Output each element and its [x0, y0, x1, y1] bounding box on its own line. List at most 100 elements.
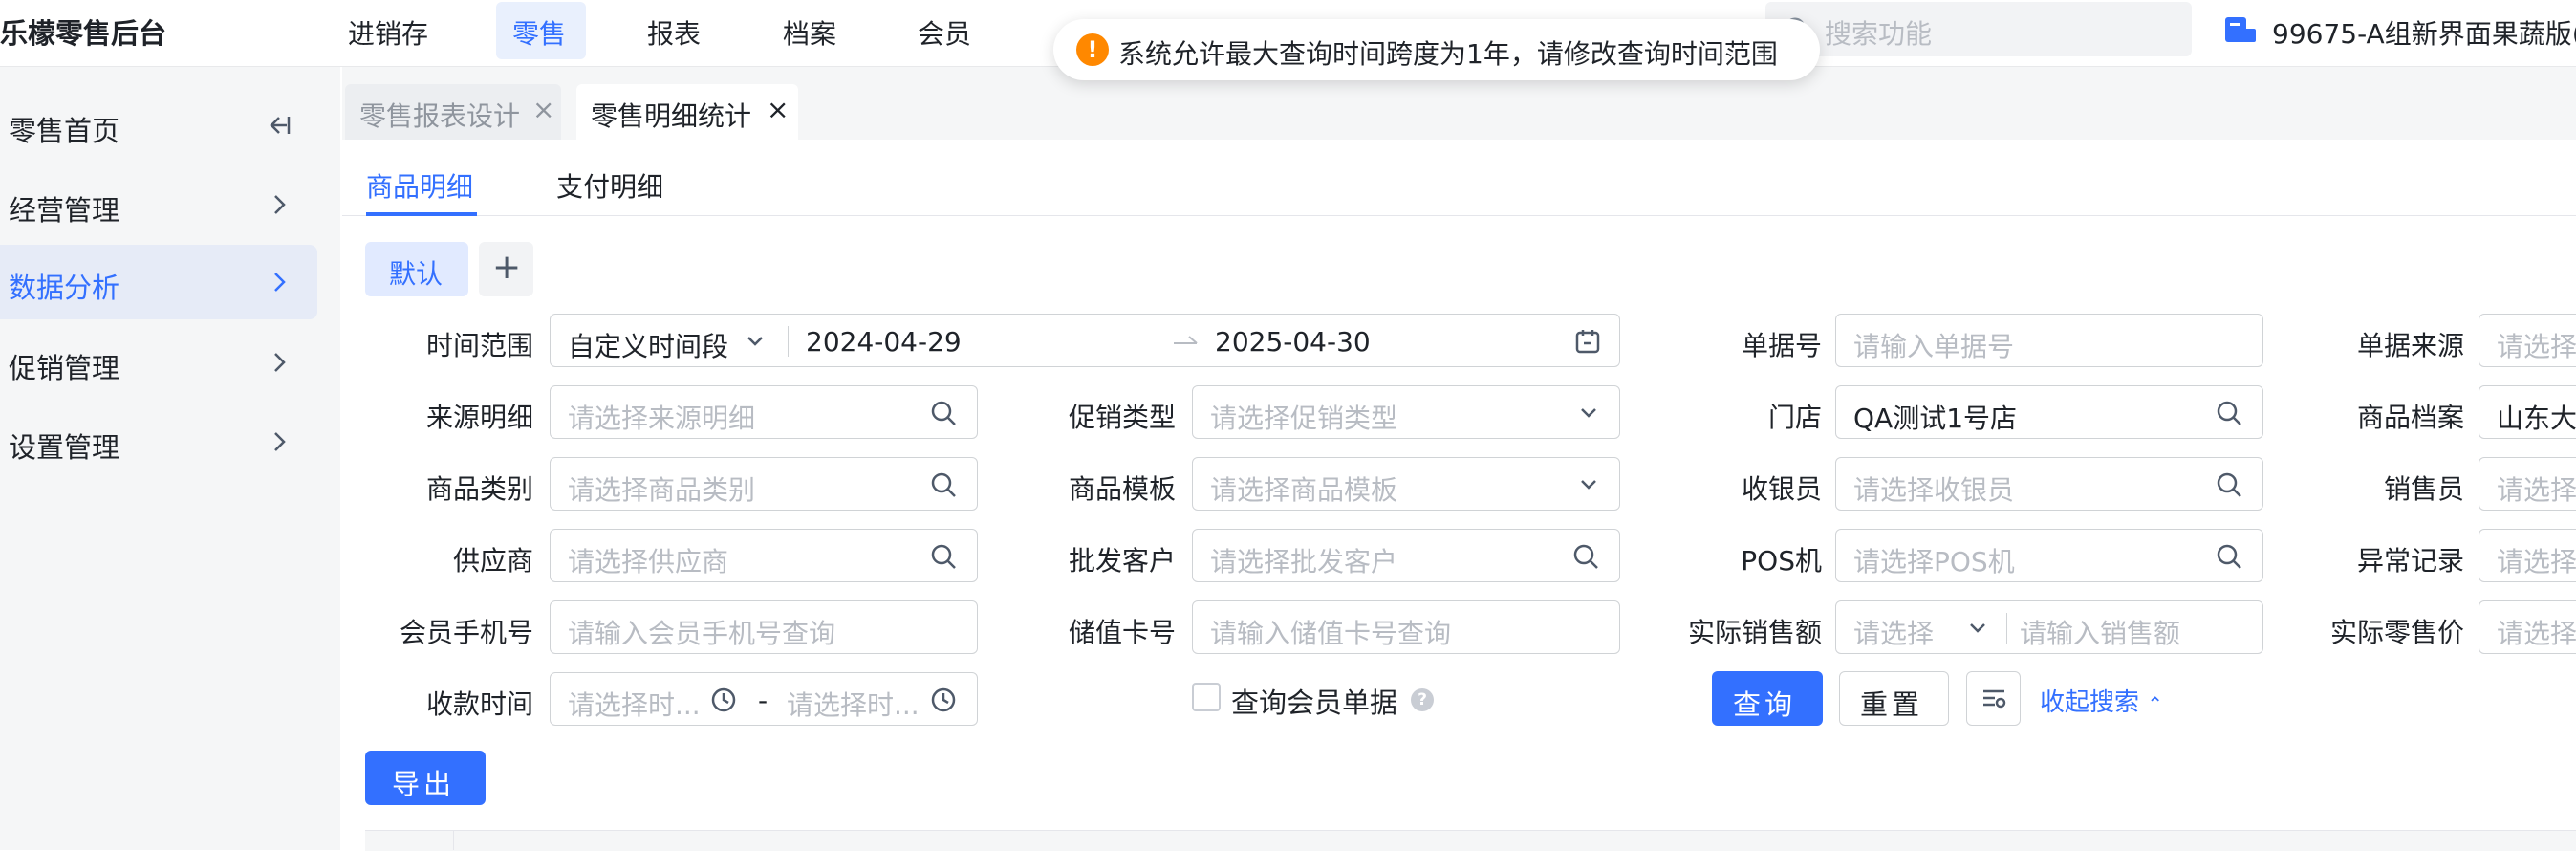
table-header [365, 830, 2576, 851]
sidebar-item-retail-home[interactable]: 零售首页 [0, 88, 317, 163]
help-icon[interactable]: ? [1411, 688, 1434, 711]
tab-label: 零售明细统计 [591, 100, 752, 132]
nav-member[interactable]: 会员 [918, 13, 971, 52]
add-filter-preset-button[interactable]: + [479, 242, 533, 296]
store-select[interactable]: QA测试1号店 [1835, 385, 2263, 439]
nav-retail[interactable]: 零售 [496, 2, 586, 59]
subtab-payment-detail[interactable]: 支付明细 [556, 166, 663, 205]
goods-category-label: 商品类别 [425, 473, 533, 505]
search-icon[interactable] [929, 399, 958, 427]
store-label: 门店 [1767, 402, 1822, 433]
nav-retail-label: 零售 [512, 18, 567, 50]
stored-card-label: 储值卡号 [1068, 617, 1176, 648]
actual-sales-range[interactable]: 请选择 请输入销售额 [1835, 600, 2263, 654]
store-icon [2225, 17, 2256, 42]
chevron-right-icon [274, 195, 286, 214]
subtab-divider [342, 215, 2576, 216]
supplier-select[interactable]: 请选择供应商 [550, 529, 978, 582]
bill-source-select[interactable]: 请选择 [2479, 314, 2576, 367]
search-icon[interactable] [1571, 542, 1600, 571]
bill-source-placeholder: 请选择 [2497, 331, 2576, 362]
salesperson-select[interactable]: 请选择 [2479, 457, 2576, 511]
pay-time-start[interactable]: 请选择时... [568, 685, 701, 723]
goods-category-select[interactable]: 请选择商品类别 [550, 457, 978, 511]
promo-type-select[interactable]: 请选择促销类型 [1192, 385, 1620, 439]
search-placeholder: 搜索功能 [1825, 18, 1933, 50]
clock-icon [931, 687, 956, 712]
wholesale-customer-select[interactable]: 请选择批发客户 [1192, 529, 1620, 582]
filter-settings-button[interactable] [1966, 671, 2021, 726]
member-only-label[interactable]: 查询会员单据 [1231, 681, 1397, 721]
actual-sales-placeholder[interactable]: 请输入销售额 [2020, 613, 2180, 651]
sidebar-item-promotion[interactable]: 促销管理 [0, 325, 317, 400]
close-icon[interactable]: × [532, 94, 554, 125]
nav-inventory[interactable]: 进销存 [348, 13, 428, 52]
member-phone-input[interactable]: 请输入会员手机号查询 [550, 600, 978, 654]
chevron-right-icon [274, 353, 286, 372]
app-logo: 乐檬零售后台 [0, 17, 167, 50]
sidebar-item-settings[interactable]: 设置管理 [0, 404, 317, 479]
actual-sales-label: 实际销售额 [1687, 617, 1822, 648]
query-button[interactable]: 查询 [1712, 671, 1823, 726]
pay-time-end[interactable]: 请选择时... [787, 685, 920, 723]
goods-archive-select[interactable]: 山东大 [2479, 385, 2576, 439]
calendar-icon[interactable] [1573, 327, 1602, 356]
current-store[interactable]: 99675-A组新界面果蔬版( [2272, 13, 2576, 52]
start-date[interactable]: 2024-04-29 [806, 326, 962, 358]
pos-select[interactable]: 请选择POS机 [1835, 529, 2263, 582]
wholesale-customer-placeholder: 请选择批发客户 [1210, 546, 1398, 578]
abnormal-record-select[interactable]: 请选择 [2479, 529, 2576, 582]
clock-icon [711, 687, 736, 712]
member-phone-placeholder: 请输入会员手机号查询 [568, 618, 836, 649]
goods-template-select[interactable]: 请选择商品模板 [1192, 457, 1620, 511]
export-button-label: 导出 [392, 768, 456, 800]
export-button[interactable]: 导出 [365, 751, 486, 805]
sidebar-item-data-analysis[interactable]: 数据分析 [0, 245, 317, 319]
collapse-search-link[interactable]: 收起搜索 ⌃ [2040, 683, 2163, 718]
nav-archive[interactable]: 档案 [783, 13, 836, 52]
actual-sales-operator[interactable]: 请选择 [1853, 613, 1934, 651]
source-detail-select[interactable]: 请选择来源明细 [550, 385, 978, 439]
search-icon[interactable] [2215, 399, 2243, 427]
supplier-placeholder: 请选择供应商 [568, 546, 729, 578]
goods-archive-label: 商品档案 [2356, 402, 2464, 433]
close-icon[interactable]: × [767, 94, 789, 125]
end-date[interactable]: 2025-04-30 [1215, 326, 1371, 358]
subtab-active-indicator [366, 212, 477, 216]
function-search-input[interactable]: 搜索功能 [1765, 2, 2192, 56]
time-range-label: 时间范围 [425, 330, 533, 361]
reset-button[interactable]: 重置 [1839, 671, 1949, 726]
tab-retail-report-design[interactable]: 零售报表设计 × [345, 84, 561, 140]
subtab-goods-detail[interactable]: 商品明细 [366, 166, 473, 205]
chevron-right-icon [274, 432, 286, 451]
wholesale-customer-label: 批发客户 [1068, 545, 1176, 577]
pay-time-label: 收款时间 [425, 688, 533, 720]
time-range-picker[interactable]: 自定义时间段 2024-04-29 2025-04-30 [550, 314, 1620, 367]
pay-time-range[interactable]: 请选择时... - 请选择时... [550, 672, 978, 726]
search-icon[interactable] [2215, 542, 2243, 571]
tab-retail-detail-stats[interactable]: 零售明细统计 × [576, 84, 798, 140]
actual-price-select[interactable]: 请选择 [2479, 600, 2576, 654]
member-only-checkbox[interactable] [1192, 683, 1221, 711]
collapse-search-label: 收起搜索 [2040, 688, 2140, 717]
actual-price-placeholder: 请选择 [2497, 618, 2576, 649]
abnormal-record-label: 异常记录 [2356, 545, 2464, 577]
stored-card-input[interactable]: 请输入储值卡号查询 [1192, 600, 1620, 654]
search-icon[interactable] [2215, 470, 2243, 499]
search-icon[interactable] [929, 470, 958, 499]
time-range-mode[interactable]: 自定义时间段 [568, 326, 728, 364]
member-phone-label: 会员手机号 [399, 617, 533, 648]
nav-report[interactable]: 报表 [647, 13, 701, 52]
bill-no-input[interactable]: 请输入单据号 [1835, 314, 2263, 367]
sidebar-item-business[interactable]: 经营管理 [0, 167, 317, 242]
double-chevron-up-icon: ⌃ [2147, 692, 2164, 715]
collapse-icon[interactable] [266, 111, 292, 140]
filter-preset-default[interactable]: 默认 [365, 242, 468, 296]
search-icon[interactable] [929, 542, 958, 571]
field-divider [2006, 613, 2007, 644]
cashier-select[interactable]: 请选择收银员 [1835, 457, 2263, 511]
bill-no-placeholder: 请输入单据号 [1853, 331, 2015, 362]
chevron-down-icon [747, 337, 763, 346]
reset-button-label: 重置 [1860, 688, 1924, 721]
store-value: QA测试1号店 [1853, 403, 2018, 434]
